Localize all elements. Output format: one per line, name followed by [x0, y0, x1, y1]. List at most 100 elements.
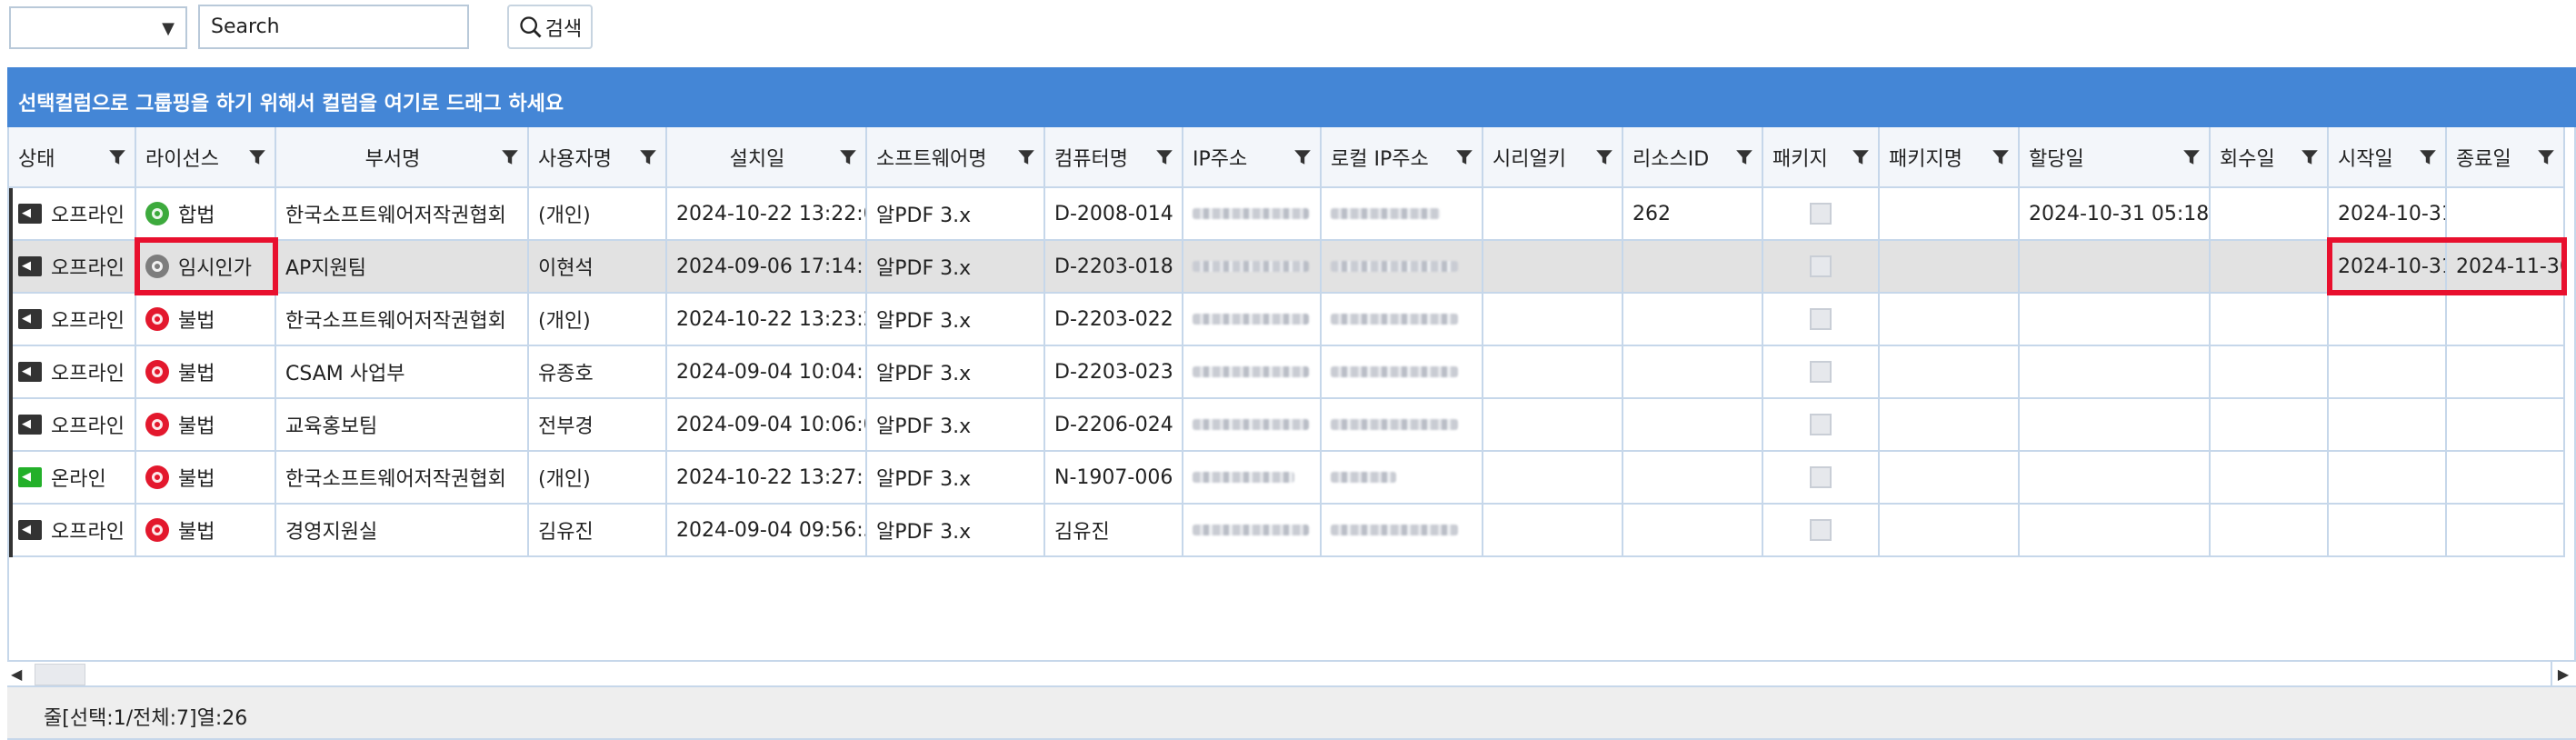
package-checkbox[interactable]: [1810, 466, 1832, 488]
table-row[interactable]: ◀ 온라인 불법 한국소프트웨어저작권협회 (개인) 2024-10-22 13:27:1…: [9, 452, 2565, 505]
column-header-status[interactable]: 상태: [9, 127, 136, 186]
cell-package-name: [1880, 241, 2020, 292]
cell-text: 한국소프트웨어저작권협회: [285, 468, 506, 491]
column-header-computer[interactable]: 컴퓨터명: [1045, 127, 1183, 186]
column-header-assign-date[interactable]: 할당일: [2020, 127, 2211, 186]
cell-computer: D-2206-024: [1045, 399, 1183, 450]
column-header-label: 로컬 IP주소: [1331, 147, 1429, 171]
column-header-package[interactable]: 패키지: [1763, 127, 1880, 186]
status-text: 오프라인: [51, 415, 125, 438]
cell-ip: [1183, 241, 1322, 292]
horizontal-scrollbar[interactable]: ◀ ▶: [7, 660, 2576, 687]
cell-computer: 김유진: [1045, 505, 1183, 555]
cell-text: 경영지원실: [285, 521, 378, 544]
filter-funnel-icon[interactable]: [838, 147, 858, 167]
cell-text: 한국소프트웨어저작권협회: [285, 310, 506, 333]
ip-address-redacted: [1193, 314, 1309, 325]
cell-software: 알PDF 3.x: [867, 241, 1045, 292]
column-header-software[interactable]: 소프트웨어명: [867, 127, 1045, 186]
filter-funnel-icon[interactable]: [1454, 147, 1474, 167]
cell-package: [1763, 452, 1880, 503]
search-input[interactable]: Search: [198, 5, 469, 49]
cell-serial: [1483, 505, 1623, 555]
scroll-right-icon[interactable]: ▶: [2551, 662, 2574, 687]
scroll-thumb[interactable]: [35, 664, 85, 685]
package-checkbox[interactable]: [1810, 308, 1832, 330]
search-button[interactable]: 검색: [507, 5, 593, 49]
cell-text: 김유진: [538, 521, 594, 544]
filter-funnel-icon[interactable]: [500, 147, 520, 167]
ip-address-redacted: [1193, 366, 1309, 377]
search-button-label: 검색: [544, 17, 583, 41]
cell-local-ip: [1322, 294, 1483, 345]
column-header-start-date[interactable]: 시작일: [2329, 127, 2447, 186]
filter-funnel-icon[interactable]: [107, 147, 127, 167]
status-text: 온라인: [51, 468, 106, 491]
cell-start-date: [2329, 452, 2447, 503]
filter-dropdown[interactable]: ▼: [9, 6, 187, 49]
table-row[interactable]: ◀ 오프라인 불법 한국소프트웨어저작권협회 (개인) 2024-10-22 13:23:…: [9, 294, 2565, 346]
cell-user: 전부경: [529, 399, 667, 450]
column-header-license[interactable]: 라이선스: [136, 127, 276, 186]
package-checkbox[interactable]: [1810, 255, 1832, 277]
cell-ip: [1183, 294, 1322, 345]
column-header-local-ip[interactable]: 로컬 IP주소: [1322, 127, 1483, 186]
filter-funnel-icon[interactable]: [2418, 147, 2438, 167]
column-header-label: 설치일: [729, 147, 785, 171]
cell-software: 알PDF 3.x: [867, 346, 1045, 397]
column-header-package-name[interactable]: 패키지명: [1880, 127, 2020, 186]
cell-user: 김유진: [529, 505, 667, 555]
filter-funnel-icon[interactable]: [638, 147, 658, 167]
grid-status-bar: 줄[선택:1/전체:7]열:26: [7, 687, 2576, 740]
package-checkbox[interactable]: [1810, 361, 1832, 383]
column-header-user[interactable]: 사용자명: [529, 127, 667, 186]
filter-funnel-icon[interactable]: [247, 147, 267, 167]
chevron-down-icon: ▼: [162, 19, 175, 38]
package-checkbox[interactable]: [1810, 519, 1832, 541]
cell-serial: [1483, 294, 1623, 345]
license-text: 불법: [178, 310, 215, 333]
column-header-serial[interactable]: 시리얼키: [1483, 127, 1623, 186]
column-header-dept[interactable]: 부서명: [276, 127, 529, 186]
cell-status: ◀ 오프라인: [9, 294, 136, 345]
cell-text: 김유진: [1054, 521, 1110, 544]
cell-start-date: [2329, 346, 2447, 397]
column-header-ip[interactable]: IP주소: [1183, 127, 1322, 186]
filter-funnel-icon[interactable]: [2300, 147, 2320, 167]
filter-funnel-icon[interactable]: [1293, 147, 1313, 167]
cell-assign-date: [2020, 294, 2211, 345]
cell-text: 2024-10-31 05:18:06: [2029, 202, 2210, 225]
column-header-end-date[interactable]: 종료일: [2447, 127, 2565, 186]
filter-funnel-icon[interactable]: [1016, 147, 1036, 167]
column-header-resource-id[interactable]: 리소스ID: [1623, 127, 1763, 186]
table-row[interactable]: ◀ 오프라인 합법 한국소프트웨어저작권협회 (개인) 2024-10-22 13:22:…: [9, 188, 2565, 241]
local-ip-redacted: [1331, 419, 1458, 430]
column-header-return-date[interactable]: 회수일: [2211, 127, 2329, 186]
package-checkbox[interactable]: [1810, 203, 1832, 225]
table-row[interactable]: ◀오프라인임시인가AP지원팀이현석2024-09-06 17:14:16알PDF…: [9, 241, 2565, 294]
column-header-label: 할당일: [2029, 147, 2084, 171]
table-row[interactable]: ◀ 오프라인 불법 교육홍보팀 전부경 2024-09-04 10:06:00 알PDF 3…: [9, 399, 2565, 452]
filter-funnel-icon[interactable]: [1851, 147, 1871, 167]
cell-install-date: 2024-09-04 10:04:12: [667, 346, 867, 397]
cell-dept: 한국소프트웨어저작권협회: [276, 188, 529, 239]
column-header-install-date[interactable]: 설치일: [667, 127, 867, 186]
column-header-label: 회수일: [2220, 147, 2275, 171]
filter-funnel-icon[interactable]: [1991, 147, 2011, 167]
cell-status: ◀ 오프라인: [9, 399, 136, 450]
cell-resource-id: [1623, 294, 1763, 345]
cell-local-ip: [1322, 505, 1483, 555]
group-by-hint: 선택컬럼으로 그룹핑을 하기 위해서 컬럼을 여기로 드래그 하세요: [18, 93, 564, 115]
filter-funnel-icon[interactable]: [2536, 147, 2556, 167]
cell-start-date: 2024-10-31: [2329, 188, 2447, 239]
filter-funnel-icon[interactable]: [1154, 147, 1174, 167]
table-row[interactable]: ◀ 오프라인 불법 CSAM 사업부 유종호 2024-09-04 10:04:12 알PD…: [9, 346, 2565, 399]
filter-funnel-icon[interactable]: [1594, 147, 1614, 167]
table-row[interactable]: ◀ 오프라인 불법 경영지원실 김유진 2024-09-04 09:56:56 알PDF 3…: [9, 505, 2565, 557]
scroll-left-icon[interactable]: ◀: [11, 665, 31, 685]
filter-funnel-icon[interactable]: [2182, 147, 2202, 167]
cell-text: 알PDF 3.x: [876, 363, 972, 385]
group-by-panel[interactable]: 선택컬럼으로 그룹핑을 하기 위해서 컬럼을 여기로 드래그 하세요: [7, 67, 2576, 127]
filter-funnel-icon[interactable]: [1734, 147, 1754, 167]
package-checkbox[interactable]: [1810, 414, 1832, 435]
